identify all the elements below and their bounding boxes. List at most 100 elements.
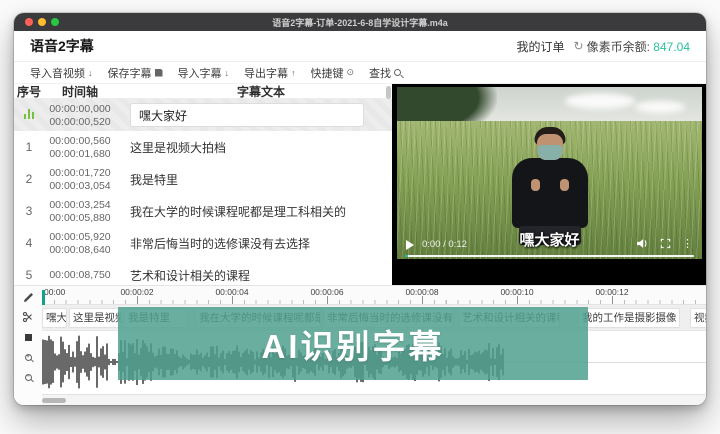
window-title: 语音2字幕-订单-2021-6-8自学设计字幕.m4a xyxy=(272,17,448,28)
timeline-content: 00:00 00:00:02 00:00:04 00:00:06 00:00:08 00:… xyxy=(42,286,706,405)
table-row[interactable]: 1 00:00:00,560 00:00:01,680 这里是视频大拍档 xyxy=(14,131,392,163)
hscroll-thumb[interactable] xyxy=(42,398,66,403)
subtitle-table: 序号 时间轴 字幕文本 00:00:00,000 00:00:00,520 嘿大… xyxy=(14,84,392,285)
volume-icon[interactable] xyxy=(636,236,649,254)
timeline-subtitle-block[interactable]: 视频剪辑 xyxy=(690,308,706,328)
row-end-time: 00:00:08,640 xyxy=(49,243,111,256)
table-row[interactable]: 2 00:00:01,720 00:00:03,054 我是特里 xyxy=(14,163,392,195)
video-time: 0:00 / 0:12 xyxy=(422,239,467,250)
row-number: 4 xyxy=(25,236,33,250)
refresh-balance-icon[interactable]: ↻ xyxy=(574,39,584,53)
search-icon xyxy=(394,69,402,76)
col-header-timeline: 时间轴 xyxy=(61,84,98,99)
playing-equalizer-icon xyxy=(23,109,35,119)
video-progress-bar[interactable] xyxy=(405,254,694,257)
timeline-section: + − 00:00 00:00:02 00:00:04 00:00:06 00:00:08… xyxy=(14,285,706,405)
row-start-time: 00:00:00,560 xyxy=(49,134,111,147)
timeline-tools: + − xyxy=(14,286,42,405)
fullscreen-icon[interactable] xyxy=(660,236,671,254)
row-number: 3 xyxy=(25,204,33,218)
timeline-subtitle-block[interactable]: 我是特里 xyxy=(124,308,188,328)
person-in-video xyxy=(506,127,594,245)
app-window: 语音2字幕-订单-2021-6-8自学设计字幕.m4a 语音2字幕 我的订单 ↻… xyxy=(14,13,706,405)
row-number: 1 xyxy=(25,140,33,154)
row-start-time: 00:00:05,920 xyxy=(49,230,111,243)
row-text: 我在大学的时候课程呢都是理工科相关的 xyxy=(130,204,347,219)
arrow-down-icon: ↓ xyxy=(224,67,230,78)
timeline-subtitle-block[interactable]: 非常后悔当时的选修课没有去选择 xyxy=(323,308,453,328)
video-controls: 0:00 / 0:12 ⋮ xyxy=(406,237,693,252)
subtitle-blocks-track: 嘿大家好这里是视频大拍档我是特里我在大学的时候课程呢都是理工科相关的非常后悔当时… xyxy=(42,305,706,331)
ruler-labels: 00:00 00:00:02 00:00:04 00:00:06 00:00:08 00:… xyxy=(42,287,706,297)
table-header: 序号 时间轴 字幕文本 xyxy=(14,84,392,99)
toolbar-item-label: 导入音视频 xyxy=(30,67,85,80)
close-window-button[interactable] xyxy=(25,18,33,26)
toolbar-item-label: 保存字幕 xyxy=(107,67,152,80)
table-row[interactable]: 3 00:00:03,254 00:00:05,880 我在大学的时候课程呢都是理工科… xyxy=(14,195,392,227)
page-title: 语音2字幕 xyxy=(30,38,94,54)
circle-icon: ⊙ xyxy=(346,67,355,77)
timeline-subtitle-block[interactable]: 艺术和设计相关的课程 xyxy=(458,308,560,328)
scrollbar-thumb[interactable] xyxy=(386,86,391,99)
row-start-time: 00:00:08,750 xyxy=(49,269,111,281)
row-start-time: 00:00:00,000 xyxy=(49,102,111,115)
app-header: 语音2字幕 我的订单 ↻ 像素币余额: 847.04 xyxy=(14,31,706,62)
row-number: 5 xyxy=(25,268,33,282)
timeline-subtitle-block[interactable]: 这里是视频大拍档 xyxy=(69,308,122,328)
table-row-active[interactable]: 00:00:00,000 00:00:00,520 xyxy=(14,99,392,131)
block-icon[interactable] xyxy=(22,331,34,343)
ruler-ticks xyxy=(42,296,706,304)
row-start-time: 00:00:03,254 xyxy=(49,198,111,211)
scissors-icon[interactable] xyxy=(22,311,34,323)
row-text: 这里是视频大拍档 xyxy=(130,140,227,155)
zoom-window-button[interactable] xyxy=(51,18,59,26)
pencil-icon[interactable] xyxy=(22,291,34,303)
toolbar-item[interactable]: 导入音视频 ↓ xyxy=(30,65,93,81)
cloud xyxy=(634,101,685,113)
zoom-out-icon[interactable]: − xyxy=(22,371,34,383)
balance-label: 像素币余额: xyxy=(586,39,650,54)
row-end-time: 00:00:05,880 xyxy=(49,211,111,224)
subtitle-text-input[interactable] xyxy=(130,103,364,127)
video-frame[interactable]: 嘿大家好 0:00 / 0:12 ⋮ xyxy=(397,87,702,259)
more-options-icon[interactable]: ⋮ xyxy=(682,239,693,250)
timeline-subtitle-block[interactable]: 嘿大家好 xyxy=(42,308,67,328)
row-text: 非常后悔当时的选修课没有去选择 xyxy=(130,236,311,251)
row-start-time: 00:00:01,720 xyxy=(49,166,111,179)
toolbar-item[interactable]: 导出字幕 ↑ xyxy=(244,65,296,81)
toolbar-item-label: 导出字幕 xyxy=(244,67,288,80)
video-panel: 嘿大家好 0:00 / 0:12 ⋮ xyxy=(392,84,706,285)
save-icon xyxy=(154,68,163,77)
toolbar-item[interactable]: 导入字幕 ↓ xyxy=(178,65,230,81)
toolbar-item[interactable]: 保存字幕 xyxy=(108,65,163,81)
timeline-subtitle-block[interactable]: 我的工作是摄影摄像 xyxy=(578,308,680,328)
playhead[interactable] xyxy=(42,290,45,305)
play-button[interactable] xyxy=(406,239,414,250)
table-rows: 1 00:00:00,560 00:00:01,680 这里是视频大拍档 2 00:00:… xyxy=(14,131,392,285)
toolbar-item[interactable]: 查找 xyxy=(369,65,402,81)
timeline-hscroll[interactable] xyxy=(42,394,706,405)
traffic-lights xyxy=(25,18,59,26)
table-vertical-scrollbar[interactable] xyxy=(385,84,392,285)
toolbar-item-label: 导入字幕 xyxy=(177,67,222,80)
titlebar: 语音2字幕-订单-2021-6-8自学设计字幕.m4a xyxy=(14,13,706,31)
balance-value: 847.04 xyxy=(653,39,690,54)
toolbar-item-label: 快捷键 xyxy=(310,67,344,80)
zoom-in-icon[interactable]: + xyxy=(22,351,34,363)
table-row[interactable]: 4 00:00:05,920 00:00:08,640 非常后悔当时的选修课没有去选择 xyxy=(14,227,392,259)
waveform-zone[interactable] xyxy=(42,331,706,394)
timeline-ruler[interactable]: 00:00 00:00:02 00:00:04 00:00:06 00:00:08 00:… xyxy=(42,286,706,305)
row-text: 艺术和设计相关的课程 xyxy=(130,268,251,283)
minimize-window-button[interactable] xyxy=(38,18,46,26)
row-text: 我是特里 xyxy=(130,172,179,187)
timeline-subtitle-block[interactable]: 我在大学的时候课程呢都是理工科相关的 xyxy=(195,308,321,328)
row-number: 2 xyxy=(25,172,33,186)
toolbar-item[interactable]: 快捷键 ⊙ xyxy=(311,65,355,81)
arrow-down-icon: ↓ xyxy=(88,67,93,78)
cloud xyxy=(564,93,635,109)
table-row[interactable]: 5 00:00:08,750 艺术和设计相关的课程 xyxy=(14,259,392,285)
waveform[interactable] xyxy=(42,331,706,394)
arrow-up-icon: ↑ xyxy=(291,67,296,78)
col-header-no: 序号 xyxy=(16,84,41,99)
my-orders-link[interactable]: 我的订单 xyxy=(517,38,565,55)
